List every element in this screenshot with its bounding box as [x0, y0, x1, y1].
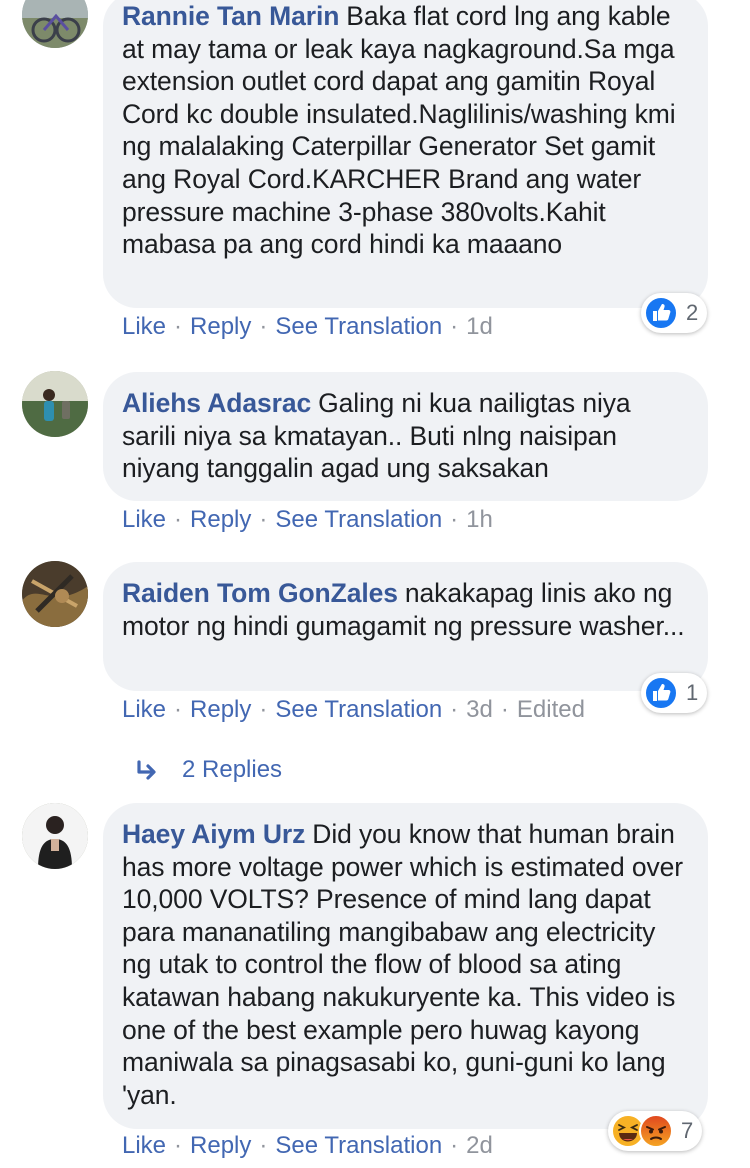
- comment-actions: Like · Reply · See Translation · 3d · Edited: [122, 695, 585, 725]
- separator: ·: [259, 506, 268, 533]
- separator: ·: [174, 506, 183, 533]
- separator: ·: [450, 506, 459, 533]
- comment-text: Did you know that human brain has more v…: [122, 819, 683, 1110]
- separator: ·: [259, 696, 268, 723]
- timestamp[interactable]: 2d: [466, 1132, 493, 1159]
- timestamp[interactable]: 1h: [466, 506, 493, 533]
- view-replies-link[interactable]: 2 Replies: [136, 755, 282, 785]
- comment-text: Baka flat cord lng ang kable at may tama…: [122, 1, 676, 260]
- comment-bubble: Rannie Tan Marin Baka flat cord lng ang k…: [103, 0, 708, 308]
- see-translation-link[interactable]: See Translation: [275, 1132, 442, 1159]
- separator: ·: [450, 313, 459, 340]
- timestamp[interactable]: 3d: [466, 696, 493, 723]
- avatar[interactable]: [22, 561, 88, 627]
- edited-label[interactable]: Edited: [517, 696, 585, 723]
- separator: ·: [500, 696, 509, 723]
- separator: ·: [174, 313, 183, 340]
- reply-button[interactable]: Reply: [190, 1132, 251, 1159]
- separator: ·: [450, 1132, 459, 1159]
- comment-bubble: Haey Aiym Urz Did you know that human bra…: [103, 803, 708, 1129]
- reply-button[interactable]: Reply: [190, 696, 251, 723]
- timestamp[interactable]: 1d: [466, 313, 493, 340]
- reaction-count: 2: [686, 300, 699, 325]
- avatar[interactable]: [22, 0, 88, 48]
- like-button[interactable]: Like: [122, 696, 166, 723]
- reaction-count: 7: [681, 1118, 694, 1143]
- reply-button[interactable]: Reply: [190, 313, 251, 340]
- reaction-summary[interactable]: 2: [641, 293, 708, 333]
- separator: ·: [259, 1132, 268, 1159]
- like-icon: [644, 296, 678, 330]
- reply-button[interactable]: Reply: [190, 506, 251, 533]
- comment-author[interactable]: Haey Aiym Urz: [122, 819, 305, 849]
- comments-thread: Rannie Tan Marin Baka flat cord lng ang k…: [0, 0, 750, 1168]
- like-button[interactable]: Like: [122, 1132, 166, 1159]
- comment-actions: Like · Reply · See Translation · 1d: [122, 312, 493, 342]
- reaction-summary[interactable]: 7: [608, 1111, 703, 1151]
- see-translation-link[interactable]: See Translation: [275, 696, 442, 723]
- like-icon: [644, 676, 678, 710]
- avatar[interactable]: [22, 803, 88, 869]
- avatar[interactable]: [22, 371, 88, 437]
- replies-count-label[interactable]: 2 Replies: [182, 755, 282, 785]
- reaction-count: 1: [686, 680, 699, 705]
- see-translation-link[interactable]: See Translation: [275, 506, 442, 533]
- angry-icon: [639, 1114, 673, 1148]
- comment-bubble: Aliehs Adasrac Galing ni kua nailigtas ni…: [103, 372, 708, 501]
- reply-arrow-icon: [137, 760, 156, 780]
- separator: ·: [450, 696, 459, 723]
- separator: ·: [174, 696, 183, 723]
- reaction-summary[interactable]: 1: [641, 673, 708, 713]
- comment-bubble: Raiden Tom GonZales nakakapag linis ako n…: [103, 562, 708, 691]
- comment-actions: Like · Reply · See Translation · 1h: [122, 505, 493, 535]
- comment-author[interactable]: Raiden Tom GonZales: [122, 578, 398, 608]
- like-button[interactable]: Like: [122, 506, 166, 533]
- reaction-icons: [611, 1114, 673, 1148]
- separator: ·: [174, 1132, 183, 1159]
- comment-author[interactable]: Rannie Tan Marin: [122, 1, 339, 31]
- comment-actions: Like · Reply · See Translation · 2d: [122, 1131, 493, 1161]
- comment-author[interactable]: Aliehs Adasrac: [122, 388, 311, 418]
- separator: ·: [259, 313, 268, 340]
- see-translation-link[interactable]: See Translation: [275, 313, 442, 340]
- like-button[interactable]: Like: [122, 313, 166, 340]
